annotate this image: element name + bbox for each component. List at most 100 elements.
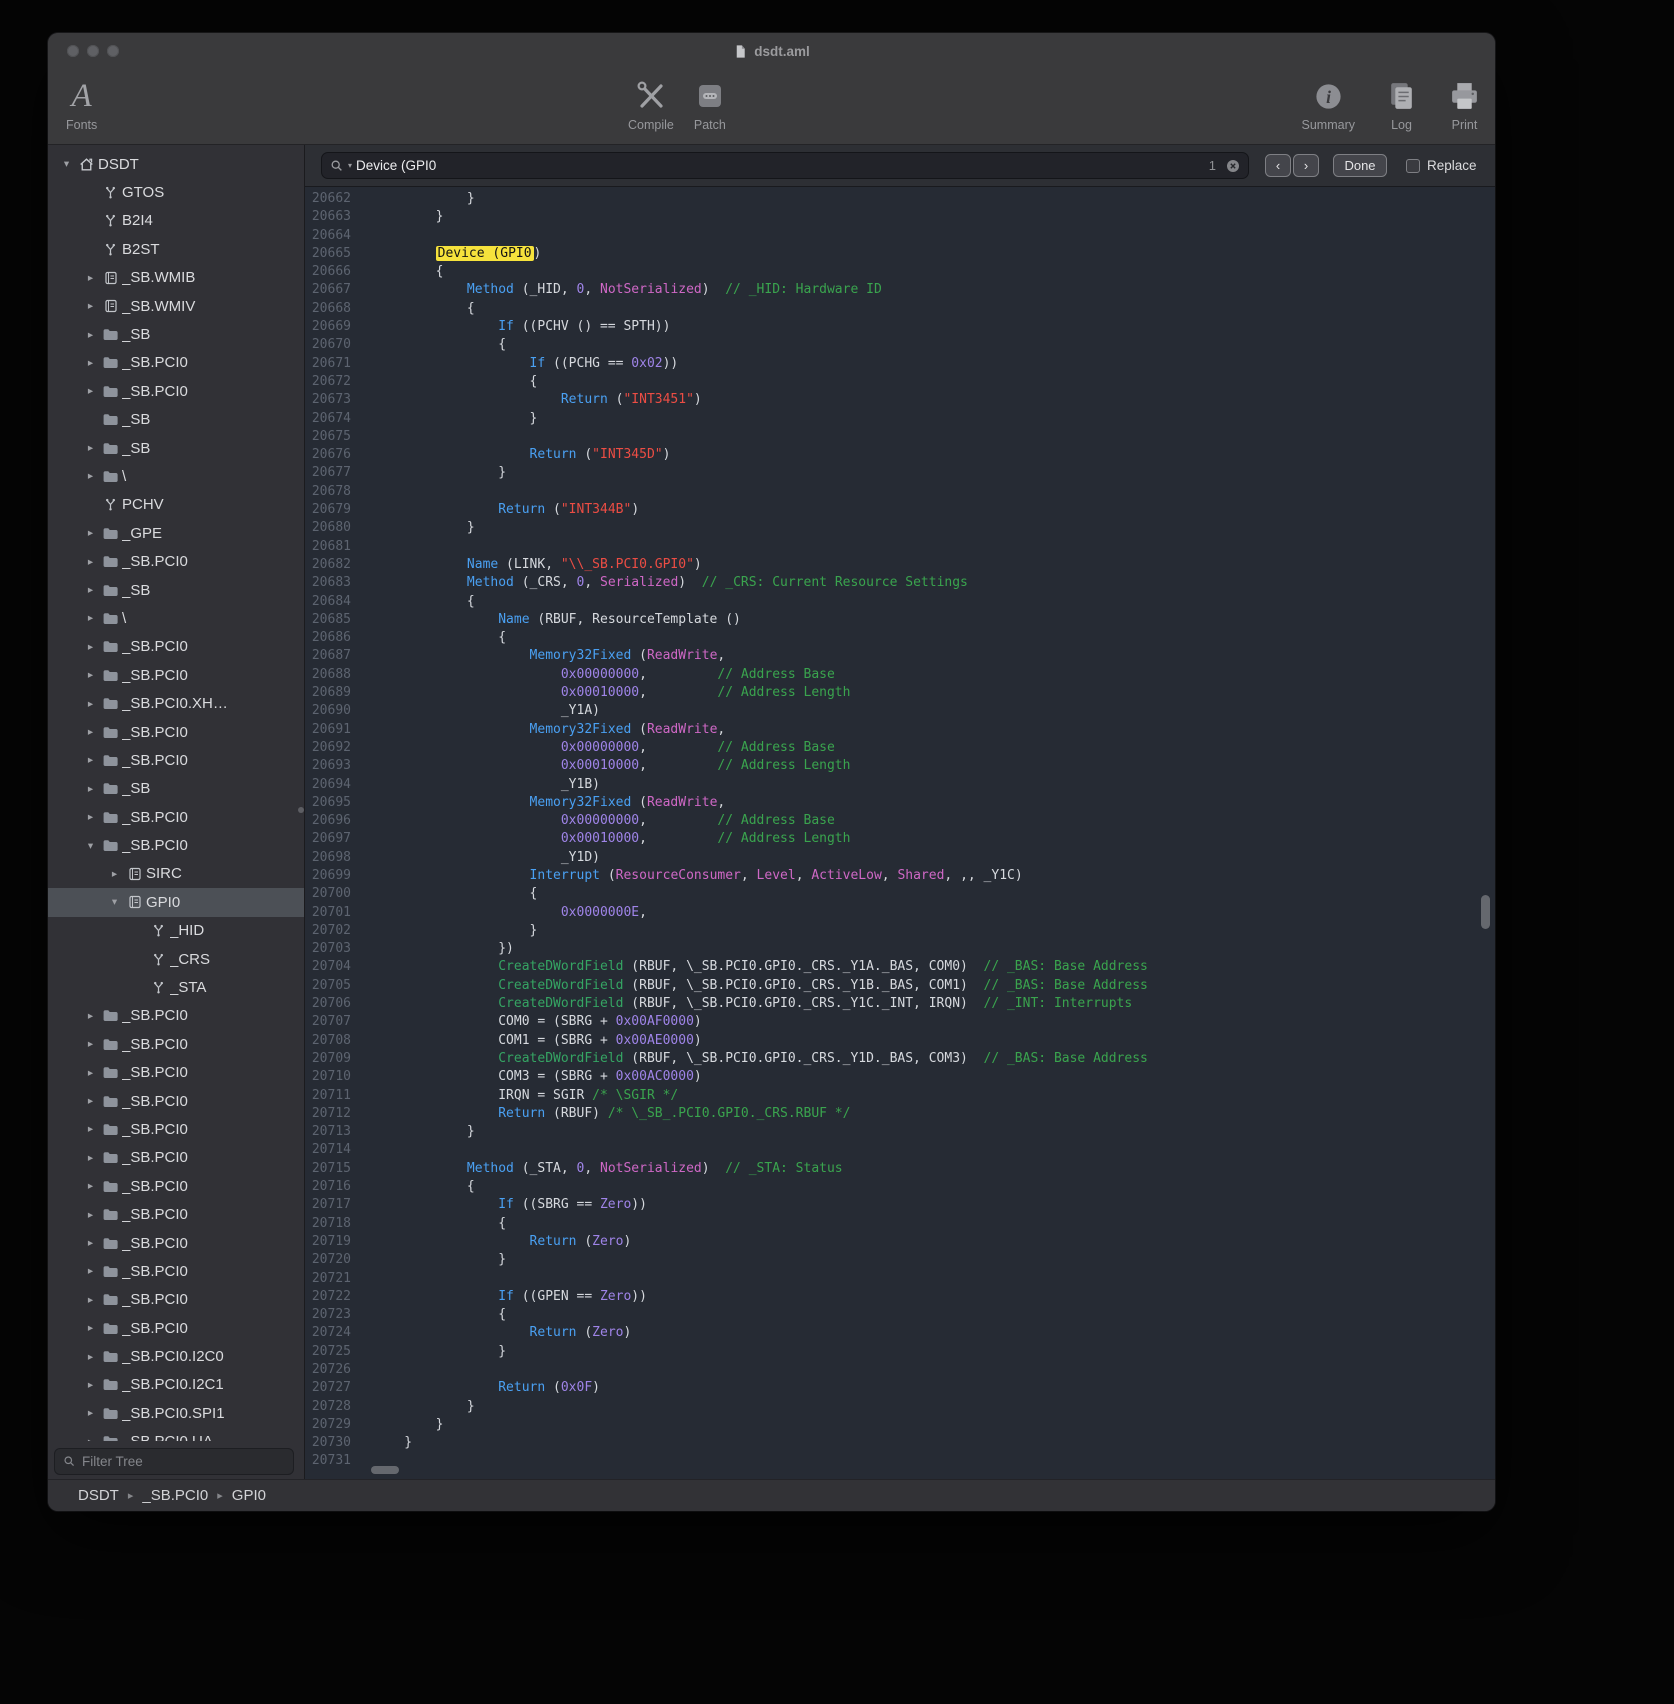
disclosure-collapsed-icon[interactable]: ▸ xyxy=(82,385,99,397)
disclosure-expanded-icon[interactable]: ▾ xyxy=(106,896,123,908)
sidebar-item-sb-pci0[interactable]: ▸_SB.PCI0 xyxy=(48,349,304,377)
sidebar-item-sb-pci0[interactable]: ▸_SB.PCI0 xyxy=(48,1314,304,1342)
sidebar-item-sb-pci0-i2c1[interactable]: ▸_SB.PCI0.I2C1 xyxy=(48,1371,304,1399)
sidebar-item-sb-pci0[interactable]: ▸_SB.PCI0 xyxy=(48,1257,304,1285)
sidebar-item-sb-pci0[interactable]: ▸_SB.PCI0 xyxy=(48,746,304,774)
sidebar-item-sb-pci0[interactable]: ▸_SB.PCI0 xyxy=(48,1002,304,1030)
disclosure-expanded-icon[interactable]: ▾ xyxy=(82,840,99,852)
sidebar-item-sb-pci0[interactable]: ▸_SB.PCI0 xyxy=(48,377,304,405)
sidebar-item-sb-pci0[interactable]: ▸_SB.PCI0 xyxy=(48,661,304,689)
disclosure-collapsed-icon[interactable]: ▸ xyxy=(82,556,99,568)
patch-button[interactable]: Patch xyxy=(694,77,726,132)
sidebar-item-sb-pci0-spi1[interactable]: ▸_SB.PCI0.SPI1 xyxy=(48,1399,304,1427)
sidebar-item-sb-wmib[interactable]: ▸_SB.WMIB xyxy=(48,264,304,292)
disclosure-collapsed-icon[interactable]: ▸ xyxy=(82,783,99,795)
sidebar-item-sb[interactable]: ▸_SB xyxy=(48,775,304,803)
sidebar-item-sb[interactable]: ▸_SB xyxy=(48,320,304,348)
sidebar-item-sb-pci0[interactable]: ▸_SB.PCI0 xyxy=(48,1030,304,1058)
disclosure-collapsed-icon[interactable]: ▸ xyxy=(82,357,99,369)
disclosure-collapsed-icon[interactable]: ▸ xyxy=(82,300,99,312)
pane-splitter-handle[interactable] xyxy=(298,807,304,813)
breadcrumb-item-gpi0[interactable]: GPI0 xyxy=(232,1487,266,1504)
sidebar-item-sb-pci0[interactable]: ▸_SB.PCI0 xyxy=(48,1059,304,1087)
disclosure-collapsed-icon[interactable]: ▸ xyxy=(82,1180,99,1192)
filter-tree-input[interactable]: Filter Tree xyxy=(54,1448,294,1475)
disclosure-collapsed-icon[interactable]: ▸ xyxy=(82,1095,99,1107)
sidebar-item-b2i4[interactable]: B2I4 xyxy=(48,207,304,235)
sidebar-item-sb-pci0[interactable]: ▸_SB.PCI0 xyxy=(48,547,304,575)
sidebar-item-sb-pci0-ua[interactable]: ▸_SB.PCI0.UA… xyxy=(48,1428,304,1441)
disclosure-collapsed-icon[interactable]: ▸ xyxy=(82,1407,99,1419)
sidebar-item-gpi0[interactable]: ▾GPI0 xyxy=(48,888,304,916)
find-previous-button[interactable]: ‹ xyxy=(1265,154,1291,177)
fonts-button[interactable]: A Fonts xyxy=(66,77,97,132)
sidebar-item-crs[interactable]: _CRS xyxy=(48,945,304,973)
sidebar-item-hid[interactable]: _HID xyxy=(48,917,304,945)
disclosure-collapsed-icon[interactable]: ▸ xyxy=(82,329,99,341)
sidebar-item-sb-pci0[interactable]: ▾_SB.PCI0 xyxy=(48,831,304,859)
sidebar-item-gtos[interactable]: GTOS xyxy=(48,178,304,206)
replace-checkbox[interactable] xyxy=(1406,159,1420,173)
disclosure-collapsed-icon[interactable]: ▸ xyxy=(82,442,99,454)
sidebar-item-sta[interactable]: _STA xyxy=(48,973,304,1001)
disclosure-collapsed-icon[interactable]: ▸ xyxy=(82,527,99,539)
disclosure-collapsed-icon[interactable]: ▸ xyxy=(82,1038,99,1050)
sidebar-item-sb-pci0[interactable]: ▸_SB.PCI0 xyxy=(48,1229,304,1257)
chevron-down-icon[interactable]: ▾ xyxy=(348,161,352,170)
sidebar-item-[interactable]: ▸\ xyxy=(48,604,304,632)
disclosure-collapsed-icon[interactable]: ▸ xyxy=(82,754,99,766)
disclosure-collapsed-icon[interactable]: ▸ xyxy=(82,1237,99,1249)
vertical-scrollbar[interactable] xyxy=(1481,895,1490,929)
sidebar-item-sb-pci0[interactable]: ▸_SB.PCI0 xyxy=(48,803,304,831)
disclosure-collapsed-icon[interactable]: ▸ xyxy=(82,1436,99,1441)
disclosure-collapsed-icon[interactable]: ▸ xyxy=(82,641,99,653)
sidebar-item-sb-pci0[interactable]: ▸_SB.PCI0 xyxy=(48,1172,304,1200)
sidebar-item-sirc[interactable]: ▸SIRC xyxy=(48,860,304,888)
sidebar-item-sb-pci0[interactable]: ▸_SB.PCI0 xyxy=(48,1286,304,1314)
sidebar-item-sb[interactable]: ▸_SB xyxy=(48,576,304,604)
disclosure-collapsed-icon[interactable]: ▸ xyxy=(82,1067,99,1079)
disclosure-collapsed-icon[interactable]: ▸ xyxy=(82,1123,99,1135)
disclosure-collapsed-icon[interactable]: ▸ xyxy=(82,811,99,823)
sidebar-item-pchv[interactable]: PCHV xyxy=(48,491,304,519)
disclosure-collapsed-icon[interactable]: ▸ xyxy=(82,1209,99,1221)
sidebar-item-sb-pci0[interactable]: ▸_SB.PCI0 xyxy=(48,1115,304,1143)
disclosure-expanded-icon[interactable]: ▾ xyxy=(58,158,75,170)
code-editor[interactable]: 20662 }20663 }2066420665 Device (GPI0)20… xyxy=(305,187,1495,1479)
summary-button[interactable]: i Summary xyxy=(1302,77,1355,132)
sidebar-item-sb-pci0-xh[interactable]: ▸_SB.PCI0.XH… xyxy=(48,689,304,717)
sidebar-item-gpe[interactable]: ▸_GPE xyxy=(48,519,304,547)
disclosure-collapsed-icon[interactable]: ▸ xyxy=(106,868,123,880)
sidebar-item-b2st[interactable]: B2ST xyxy=(48,235,304,263)
disclosure-collapsed-icon[interactable]: ▸ xyxy=(82,1351,99,1363)
find-next-button[interactable]: › xyxy=(1293,154,1319,177)
sidebar-item-sb-pci0-i2c0[interactable]: ▸_SB.PCI0.I2C0 xyxy=(48,1342,304,1370)
print-button[interactable]: Print xyxy=(1448,77,1481,132)
sidebar-item-sb[interactable]: ▸_SB xyxy=(48,434,304,462)
sidebar-item-sb[interactable]: _SB xyxy=(48,406,304,434)
disclosure-collapsed-icon[interactable]: ▸ xyxy=(82,1152,99,1164)
breadcrumb-item-dsdt[interactable]: DSDT xyxy=(78,1487,119,1504)
disclosure-collapsed-icon[interactable]: ▸ xyxy=(82,698,99,710)
compile-button[interactable]: Compile xyxy=(628,77,674,132)
disclosure-collapsed-icon[interactable]: ▸ xyxy=(82,1379,99,1391)
log-button[interactable]: Log xyxy=(1385,77,1418,132)
horizontal-scrollbar[interactable] xyxy=(371,1466,399,1474)
sidebar-item-sb-wmiv[interactable]: ▸_SB.WMIV xyxy=(48,292,304,320)
disclosure-collapsed-icon[interactable]: ▸ xyxy=(82,1265,99,1277)
disclosure-collapsed-icon[interactable]: ▸ xyxy=(82,726,99,738)
sidebar-item-sb-pci0[interactable]: ▸_SB.PCI0 xyxy=(48,1144,304,1172)
sidebar-item-sb-pci0[interactable]: ▸_SB.PCI0 xyxy=(48,633,304,661)
sidebar-item-sb-pci0[interactable]: ▸_SB.PCI0 xyxy=(48,1200,304,1228)
sidebar-item-dsdt[interactable]: ▾DSDT xyxy=(48,150,304,178)
disclosure-collapsed-icon[interactable]: ▸ xyxy=(82,669,99,681)
breadcrumb-item--sb-pci0[interactable]: _SB.PCI0 xyxy=(142,1487,208,1504)
sidebar-item-sb-pci0[interactable]: ▸_SB.PCI0 xyxy=(48,718,304,746)
disclosure-collapsed-icon[interactable]: ▸ xyxy=(82,272,99,284)
disclosure-collapsed-icon[interactable]: ▸ xyxy=(82,1010,99,1022)
disclosure-collapsed-icon[interactable]: ▸ xyxy=(82,612,99,624)
done-button[interactable]: Done xyxy=(1333,154,1387,177)
sidebar-item-sb-pci0[interactable]: ▸_SB.PCI0 xyxy=(48,1087,304,1115)
clear-search-icon[interactable] xyxy=(1226,159,1240,173)
sidebar-item-[interactable]: ▸\ xyxy=(48,462,304,490)
